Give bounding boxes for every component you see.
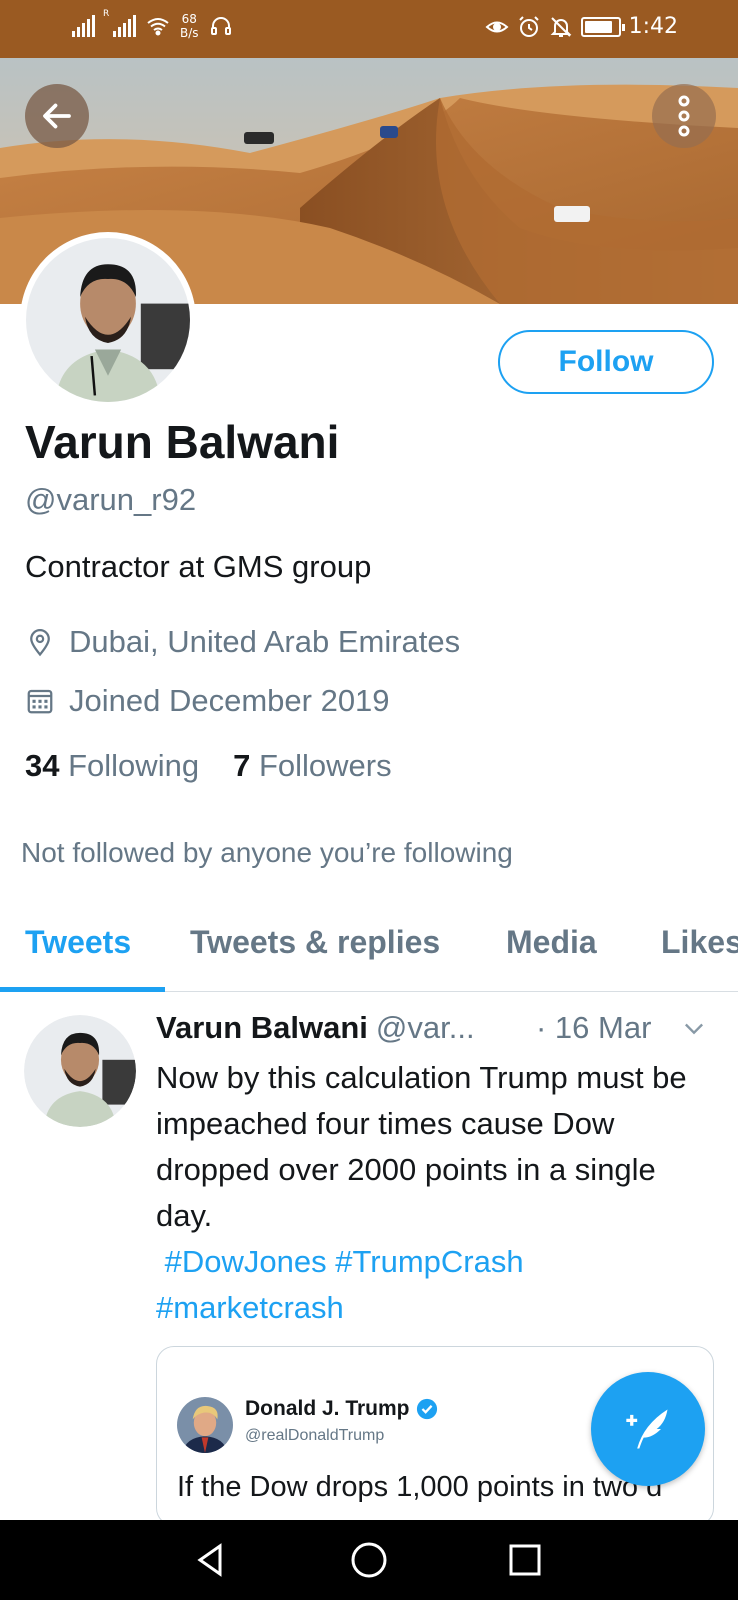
tweet-hashtags: #DowJones #TrumpCrash #marketcrash [156, 1239, 716, 1331]
compose-tweet-icon [626, 1409, 668, 1449]
quoted-tweet-text: If the Dow drops 1,000 points in two d [177, 1471, 663, 1503]
verified-badge-icon [416, 1398, 437, 1420]
following-link[interactable]: 34 Following [25, 748, 199, 784]
mutual-followers-note: Not followed by anyone you’re following [21, 837, 513, 868]
nav-home-icon[interactable] [349, 1540, 389, 1580]
tweet-author-avatar[interactable] [24, 1015, 136, 1127]
more-options-button[interactable] [652, 84, 716, 148]
profile-avatar[interactable] [20, 232, 196, 408]
eye-comfort-icon [485, 21, 509, 32]
tweet-author-name[interactable]: Varun Balwani [156, 1010, 368, 1046]
quoted-author-handle: @realDonaldTrump [245, 1427, 385, 1444]
profile-joined: Joined December 2019 [25, 683, 390, 719]
nav-recents-icon[interactable] [505, 1540, 545, 1580]
followers-label: Followers [258, 748, 392, 783]
tweet-author-handle[interactable]: @var... [376, 1010, 475, 1046]
arrow-left-icon [43, 103, 71, 129]
followers-link[interactable]: 7 Followers [233, 748, 392, 784]
following-label: Following [68, 748, 200, 783]
tweet-header: Varun Balwani @var... · 16 Mar [156, 1010, 716, 1046]
profile-handle: @varun_r92 [25, 482, 197, 517]
profile-location: Dubai, United Arab Emirates [25, 624, 460, 660]
profile-tabs: Tweets Tweets & replies Media Likes [0, 898, 738, 992]
profile-name: Varun Balwani [25, 416, 340, 468]
chevron-down-icon[interactable] [680, 1014, 708, 1042]
location-text: Dubai, United Arab Emirates [69, 624, 461, 659]
bell-off-icon [550, 16, 572, 37]
battery-icon [580, 16, 625, 37]
back-button[interactable] [25, 84, 89, 148]
location-pin-icon [30, 629, 50, 657]
signal-icon [72, 15, 95, 37]
hashtag-link[interactable]: #TrumpCrash [335, 1244, 523, 1279]
joined-text: Joined December 2019 [69, 683, 390, 718]
quoted-author-name: Donald J. Trump [245, 1397, 438, 1421]
signal-roaming-icon: R [103, 9, 136, 37]
compose-tweet-button[interactable] [591, 1372, 705, 1486]
followers-count: 7 [233, 748, 251, 783]
active-tab-indicator [0, 987, 165, 992]
following-count: 34 [25, 748, 60, 783]
headset-icon [210, 17, 231, 35]
tweet-text: Now by this calculation Trump must be im… [156, 1060, 687, 1233]
net-speed: 68 B/s [180, 12, 199, 40]
system-navigation-bar [0, 1520, 738, 1600]
clock: 1:42 [628, 14, 678, 39]
wifi-icon [147, 18, 169, 36]
follow-counts: 34 Following 7 Followers [25, 748, 392, 784]
more-vertical-icon [678, 95, 690, 137]
profile-bio: Contractor at GMS group [25, 549, 372, 584]
quoted-author-avatar [177, 1397, 233, 1453]
hashtag-link[interactable]: #DowJones [165, 1244, 327, 1279]
alarm-icon [518, 15, 539, 37]
tab-tweets-replies[interactable]: Tweets & replies [190, 898, 440, 961]
calendar-icon [27, 689, 53, 714]
tab-media[interactable]: Media [506, 898, 597, 961]
tweet-date[interactable]: · 16 Mar [536, 1010, 651, 1046]
nav-back-icon[interactable] [190, 1540, 230, 1580]
tab-likes[interactable]: Likes [661, 898, 738, 961]
follow-button[interactable]: Follow [498, 330, 714, 394]
status-bar: R 68 B/s 1:42 [0, 0, 738, 58]
hashtag-link[interactable]: #marketcrash [156, 1290, 344, 1325]
tab-tweets[interactable]: Tweets [25, 898, 131, 961]
